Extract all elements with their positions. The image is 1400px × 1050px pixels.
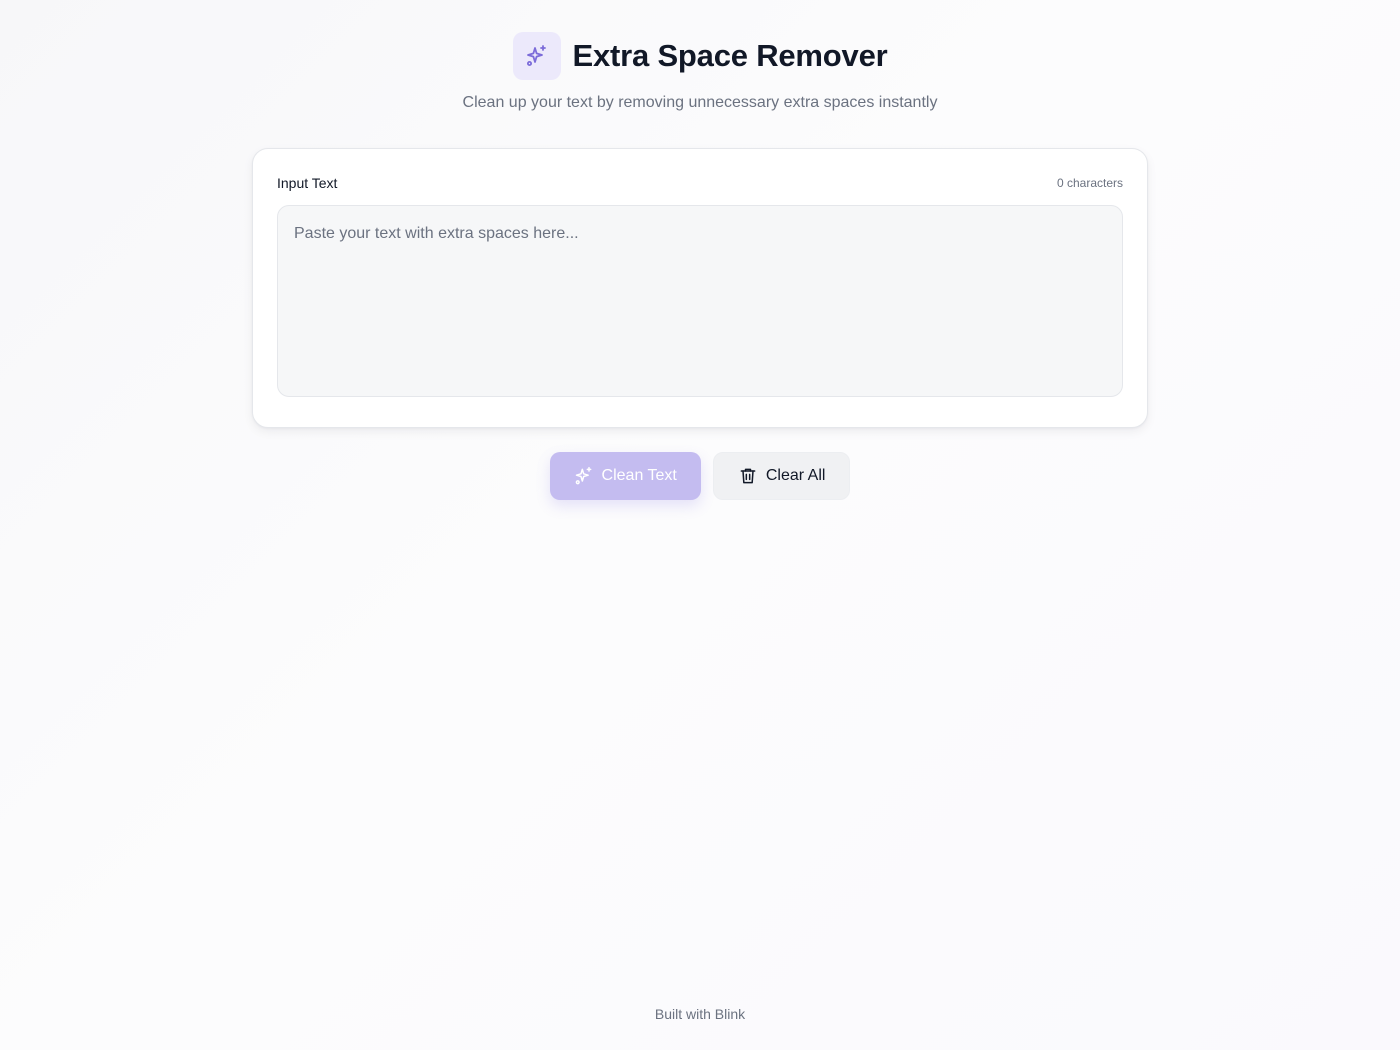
clean-text-label: Clean Text: [601, 467, 677, 484]
input-label: Input Text: [277, 175, 338, 191]
input-textarea[interactable]: [277, 205, 1123, 397]
clear-all-label: Clear All: [765, 467, 826, 484]
character-count: 0 characters: [1056, 176, 1123, 190]
trash-icon: [740, 468, 756, 484]
sparkles-icon: [526, 45, 546, 66]
app-header: Extra Space Remover: [0, 32, 1400, 80]
logo-badge: [512, 32, 561, 80]
clear-all-button[interactable]: Clear All: [712, 452, 851, 500]
action-bar: Clean Text Clear All: [0, 452, 1400, 500]
footer-credit[interactable]: Built with Blink: [0, 1006, 1400, 1022]
input-card-header: Input Text 0 characters: [277, 175, 1123, 191]
page-title: Extra Space Remover: [572, 38, 888, 73]
input-card: Input Text 0 characters: [252, 148, 1148, 428]
sparkles-icon: [575, 466, 591, 485]
page-subtitle: Clean up your text by removing unnecessa…: [462, 94, 938, 111]
clean-text-button[interactable]: Clean Text: [549, 452, 701, 500]
